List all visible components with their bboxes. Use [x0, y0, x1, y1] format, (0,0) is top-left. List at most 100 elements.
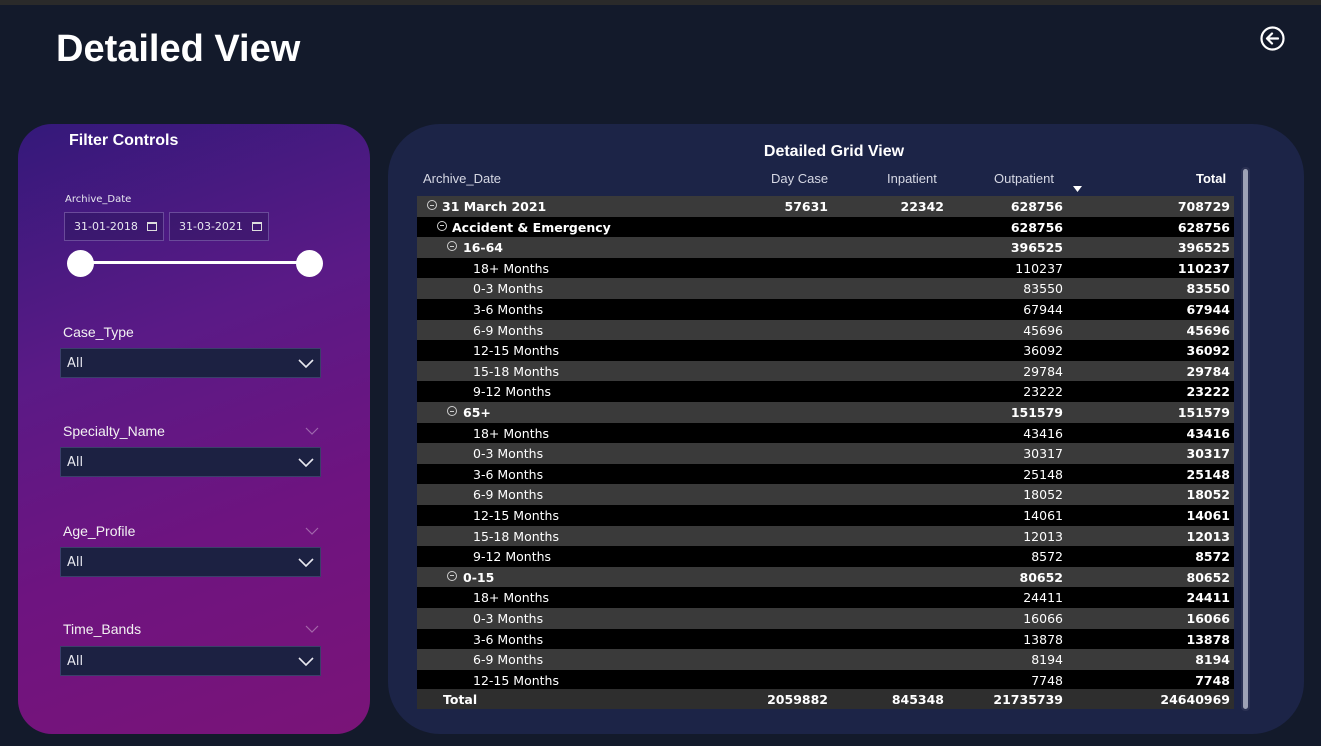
row-label: 65+	[463, 405, 491, 420]
total-outpatient: 21735739	[993, 692, 1063, 707]
table-row[interactable]: 16-64 396525 396525	[417, 237, 1234, 258]
table-row[interactable]: 6-9 Months 18052 18052	[417, 484, 1234, 505]
column-header-outpatient[interactable]: Outpatient	[994, 171, 1054, 186]
row-total: 151579	[1177, 405, 1230, 420]
column-header-total[interactable]: Total	[1196, 171, 1226, 186]
row-total: 16066	[1186, 611, 1231, 626]
table-row[interactable]: 12-15 Months 14061 14061	[417, 505, 1234, 526]
row-label: 18+ Months	[473, 425, 550, 441]
row-outpatient: 151579	[1010, 405, 1063, 420]
collapse-minus-icon[interactable]	[437, 220, 447, 231]
row-inpatient: 22342	[900, 199, 945, 214]
row-total: 18052	[1186, 487, 1231, 503]
table-row[interactable]: 6-9 Months 45696 45696	[417, 319, 1234, 341]
chevron-down-icon	[305, 527, 319, 535]
table-scrollbar-thumb[interactable]	[1243, 169, 1248, 709]
row-label: 0-3 Months	[473, 611, 544, 626]
collapse-minus-icon[interactable]	[447, 406, 457, 416]
specialty-name-dropdown[interactable]: All	[60, 447, 321, 477]
row-label: 3-6 Months	[473, 466, 544, 482]
row-outpatient: 14061	[1023, 508, 1063, 523]
total-day-case: 2059882	[767, 692, 828, 707]
row-outpatient: 24411	[1023, 590, 1063, 606]
table-row[interactable]: 3-6 Months 25148 25148	[417, 463, 1234, 485]
row-total: 30317	[1186, 446, 1231, 462]
row-label: 16-64	[463, 240, 503, 256]
start-date-input[interactable]: 31-01-2018	[64, 212, 164, 241]
row-label: 0-15	[463, 569, 495, 585]
column-header-day-case[interactable]: Day Case	[771, 171, 828, 186]
table-row[interactable]: 65+ 151579 151579	[417, 402, 1234, 423]
specialty-name-value: All	[67, 454, 84, 470]
row-total: 8572	[1195, 549, 1230, 565]
sort-descending-icon[interactable]	[1073, 186, 1082, 192]
row-label: 6-9 Months	[473, 487, 544, 503]
row-outpatient: 8572	[1031, 549, 1063, 565]
date-range-slider-track[interactable]	[80, 261, 310, 264]
table-row[interactable]: 9-12 Months 8572 8572	[417, 546, 1234, 567]
row-label: 18+ Months	[473, 260, 550, 276]
calendar-icon[interactable]	[252, 222, 262, 231]
specialty-name-label: Specialty_Name	[63, 423, 165, 439]
table-row[interactable]: 15-18 Months 12013 12013	[417, 525, 1234, 547]
table-row[interactable]: 9-12 Months 23222 23222	[417, 381, 1234, 402]
time-bands-dropdown[interactable]: All	[60, 646, 321, 676]
row-total: 396525	[1177, 240, 1230, 256]
row-outpatient: 83550	[1023, 281, 1063, 297]
row-outpatient: 110237	[1015, 260, 1063, 276]
back-arrow-circle-icon[interactable]	[1259, 25, 1286, 52]
table-row[interactable]: Accident & Emergency 628756 628756	[417, 216, 1234, 238]
date-range-slider-start-handle[interactable]	[67, 250, 94, 277]
collapse-minus-icon[interactable]	[447, 241, 457, 252]
row-outpatient: 80652	[1019, 569, 1064, 585]
total-total: 24640969	[1160, 692, 1230, 707]
matrix-table-body[interactable]: 31 March 2021 57631 22342 628756 708729 Accid…	[417, 196, 1234, 708]
chevron-down-icon	[298, 558, 314, 568]
end-date-input[interactable]: 31-03-2021	[169, 212, 269, 241]
row-total: 29784	[1186, 363, 1231, 379]
grid-title: Detailed Grid View	[763, 143, 905, 160]
row-outpatient: 628756	[1010, 219, 1063, 235]
calendar-icon[interactable]	[147, 222, 157, 231]
column-header-archive-date[interactable]: Archive_Date	[423, 171, 501, 186]
table-row[interactable]: 18+ Months 24411 24411	[417, 587, 1234, 608]
age-profile-dropdown[interactable]: All	[60, 547, 321, 577]
window-top-bar	[0, 0, 1321, 5]
table-row[interactable]: 31 March 2021 57631 22342 628756 708729	[417, 196, 1234, 217]
collapse-minus-icon[interactable]	[447, 570, 457, 581]
row-label: 9-12 Months	[473, 384, 552, 400]
row-label: 0-3 Months	[473, 281, 544, 297]
table-row[interactable]: 6-9 Months 8194 8194	[417, 649, 1234, 670]
table-row[interactable]: 0-3 Months 16066 16066	[417, 608, 1234, 629]
row-outpatient: 18052	[1023, 487, 1063, 503]
row-label: 6-9 Months	[473, 322, 544, 338]
table-row[interactable]: 12-15 Months 36092 36092	[417, 340, 1234, 361]
table-row[interactable]: 3-6 Months 13878 13878	[417, 628, 1234, 650]
column-header-inpatient[interactable]: Inpatient	[887, 171, 937, 186]
archive-date-label: Archive_Date	[65, 194, 132, 205]
case-type-dropdown[interactable]: All	[60, 348, 321, 378]
row-outpatient: 36092	[1023, 343, 1063, 359]
total-row-label: Total	[443, 692, 478, 707]
collapse-minus-icon[interactable]	[427, 200, 437, 210]
row-total: 25148	[1186, 466, 1231, 482]
row-total: 36092	[1186, 343, 1231, 359]
table-row[interactable]: 18+ Months 43416 43416	[417, 422, 1234, 444]
row-label: 6-9 Months	[473, 652, 544, 668]
date-range-slider-end-handle[interactable]	[296, 250, 323, 277]
table-row[interactable]: 15-18 Months 29784 29784	[417, 360, 1234, 382]
row-outpatient: 25148	[1023, 466, 1063, 482]
chevron-down-icon	[298, 657, 314, 667]
table-row[interactable]: 0-15 80652 80652	[417, 566, 1234, 588]
table-row[interactable]: 12-15 Months 7748 7748	[417, 669, 1234, 691]
table-row[interactable]: 0-3 Months 83550 83550	[417, 278, 1234, 299]
chevron-down-icon	[305, 427, 319, 435]
table-row[interactable]: 18+ Months 110237 110237	[417, 257, 1234, 279]
time-bands-label: Time_Bands	[63, 621, 142, 637]
row-total: 110237	[1177, 260, 1230, 276]
row-label: 12-15 Months	[473, 508, 559, 523]
row-outpatient: 7748	[1031, 672, 1063, 688]
table-row[interactable]: 3-6 Months 67944 67944	[417, 299, 1234, 320]
row-total: 12013	[1186, 528, 1231, 544]
table-row[interactable]: 0-3 Months 30317 30317	[417, 443, 1234, 464]
